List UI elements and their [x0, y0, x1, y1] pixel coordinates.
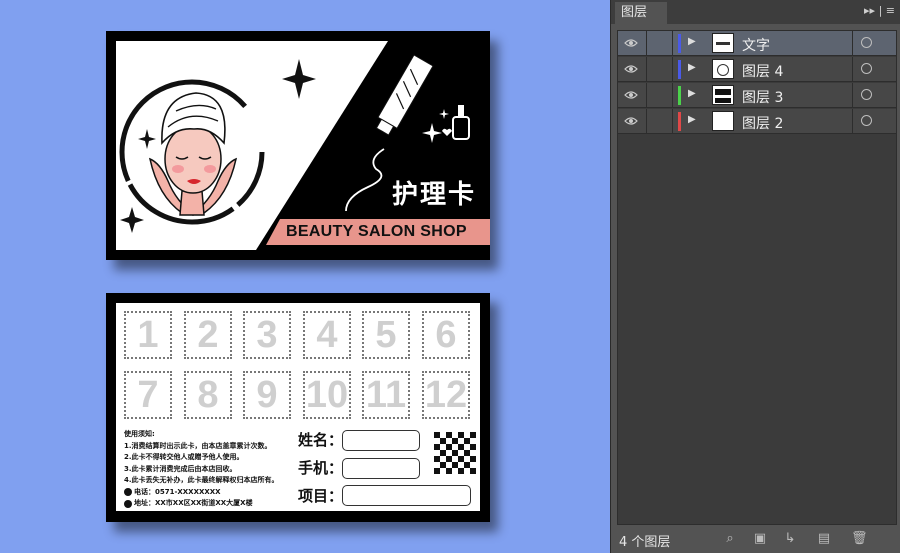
layer-count: 4 个图层 [619, 535, 671, 550]
layer-thumbnail [712, 33, 734, 53]
layer-row[interactable]: ▶ 文字 [618, 31, 896, 56]
item-label: 项目： [298, 487, 344, 505]
qr-code-icon [434, 432, 476, 474]
column-divider [646, 57, 647, 82]
layer-thumbnail [712, 85, 734, 105]
location-icon [124, 499, 132, 508]
stamp-box: 10 [303, 371, 351, 419]
panel-tabbar: 图层 ▸▸ | ≡ [611, 0, 900, 24]
column-divider [852, 109, 853, 134]
name-label: 姓名： [298, 431, 344, 449]
layer-color-bar [678, 86, 681, 105]
layer-row[interactable]: ▶ 图层 4 [618, 57, 896, 82]
notice-line: 3.此卡累计消费完成后由本店回收。 [124, 464, 237, 473]
name-field[interactable] [342, 430, 420, 451]
stamp-box: 7 [124, 371, 172, 419]
stamp-box: 6 [422, 311, 470, 359]
card-back-inner: 1 2 3 4 5 6 7 8 9 10 11 12 使用须知: 1.消费结算时… [116, 303, 480, 511]
layers-list: ▶ 文字 ▶ 图层 4 ▶ 图层 3 ▶ 图层 2 [617, 30, 897, 525]
column-divider [672, 57, 673, 82]
artboard-canvas[interactable]: 护理卡 BEAUTY SALON SHOP 1 2 3 4 5 6 7 8 9 … [0, 0, 610, 553]
notice-line: 4.此卡丢失无补办，此卡最终解释权归本店所有。 [124, 476, 279, 484]
locate-object-icon[interactable]: ⌕ [723, 532, 737, 546]
column-divider [646, 109, 647, 134]
layer-thumbnail [712, 59, 734, 79]
target-circle-icon[interactable] [861, 63, 872, 74]
stamp-box: 5 [362, 311, 410, 359]
item-field[interactable] [342, 485, 471, 506]
column-divider [646, 83, 647, 108]
new-layer-icon[interactable]: ▤ [817, 532, 831, 546]
expand-triangle-icon[interactable]: ▶ [688, 114, 696, 125]
card-front[interactable]: 护理卡 BEAUTY SALON SHOP [106, 31, 490, 260]
layer-thumbnail [712, 111, 734, 131]
notice-line: 2.此卡不得转交他人或赠予他人使用。 [124, 453, 244, 461]
phone-icon [124, 488, 132, 497]
layer-color-bar [678, 112, 681, 131]
address-line: 地址：XX市XX区XX街道XX大厦X楼 [124, 498, 279, 510]
column-divider [646, 31, 647, 56]
stamp-box: 1 [124, 311, 172, 359]
layer-name[interactable]: 图层 4 [742, 61, 783, 81]
card-back[interactable]: 1 2 3 4 5 6 7 8 9 10 11 12 使用须知: 1.消费结算时… [106, 293, 490, 522]
eye-icon[interactable] [624, 37, 638, 49]
layer-row[interactable]: ▶ 图层 3 [618, 83, 896, 108]
expand-triangle-icon[interactable]: ▶ [688, 62, 696, 73]
stamp-box: 11 [362, 371, 410, 419]
layer-color-bar [678, 34, 681, 53]
stamp-box: 2 [184, 311, 232, 359]
column-divider [852, 31, 853, 56]
eye-icon[interactable] [624, 63, 638, 75]
layer-row[interactable]: ▶ 图层 2 [618, 109, 896, 134]
layer-name[interactable]: 图层 3 [742, 87, 783, 107]
card-title: 护理卡 [392, 180, 477, 210]
target-circle-icon[interactable] [861, 37, 872, 48]
layer-name[interactable]: 图层 2 [742, 113, 783, 133]
usage-notice: 使用须知: 1.消费结算时出示此卡，由本店盖章累计次数。 2.此卡不得转交他人或… [124, 429, 279, 510]
create-sublayer-icon[interactable]: ↳ [783, 532, 797, 546]
notice-line: 1.消费结算时出示此卡，由本店盖章累计次数。 [124, 441, 272, 450]
target-circle-icon[interactable] [861, 89, 872, 100]
column-divider [852, 83, 853, 108]
panel-menu-icon[interactable]: ▸▸ | ≡ [864, 4, 895, 17]
layer-name[interactable]: 文字 [742, 35, 770, 55]
phone-label: 手机： [298, 459, 344, 477]
tab-layers[interactable]: 图层 [615, 2, 667, 24]
stamp-box: 8 [184, 371, 232, 419]
stamp-box: 9 [243, 371, 291, 419]
eye-icon[interactable] [624, 89, 638, 101]
notice-title: 使用须知: [124, 430, 155, 438]
expand-triangle-icon[interactable]: ▶ [688, 36, 696, 47]
phone-text: 电话：0571-XXXXXXXX [134, 487, 221, 496]
banner-text: BEAUTY SALON SHOP [286, 223, 467, 240]
layers-panel: 图层 ▸▸ | ≡ ▶ 文字 ▶ 图层 4 ▶ 图层 3 ▶ 图层 2 4 个图… [610, 0, 900, 553]
phone-line: 电话：0571-XXXXXXXX [124, 487, 279, 499]
address-text: 地址：XX市XX区XX街道XX大厦X楼 [134, 499, 253, 507]
column-divider [852, 57, 853, 82]
column-divider [672, 83, 673, 108]
stamp-box: 12 [422, 371, 470, 419]
make-clipping-mask-icon[interactable]: ▣ [753, 532, 767, 546]
expand-triangle-icon[interactable]: ▶ [688, 88, 696, 99]
column-divider [672, 31, 673, 56]
target-circle-icon[interactable] [861, 115, 872, 126]
stamp-box: 4 [303, 311, 351, 359]
trash-icon[interactable]: 🗑 [851, 532, 868, 546]
stamp-box: 3 [243, 311, 291, 359]
panel-footer: 4 个图层 ⌕ ▣ ↳ ▤ 🗑 [611, 527, 900, 553]
phone-field[interactable] [342, 458, 420, 479]
layer-color-bar [678, 60, 681, 79]
eye-icon[interactable] [624, 115, 638, 127]
column-divider [672, 109, 673, 134]
